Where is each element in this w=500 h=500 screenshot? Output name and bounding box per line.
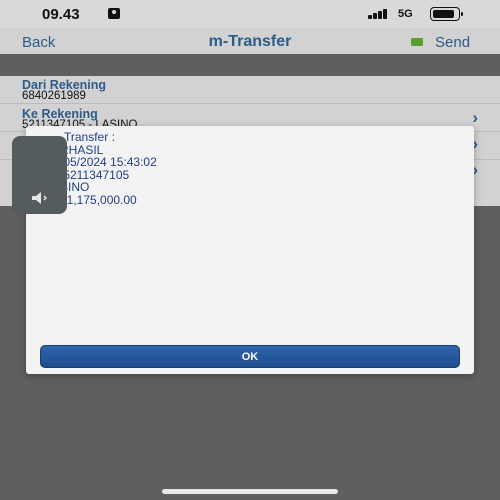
send-icon[interactable] [411, 38, 423, 46]
dialog-message: -Transfer : RHASIL /05/2024 15:43:02 521… [60, 131, 157, 207]
dialog-line: . 1,175,000.00 [60, 192, 137, 207]
status-time: 09.43 [42, 6, 80, 23]
network-type: 5G [398, 8, 413, 20]
cellular-signal-icon [368, 8, 390, 19]
source-account-value: 6840261989 [22, 90, 86, 102]
transfer-result-dialog: -Transfer : RHASIL /05/2024 15:43:02 521… [26, 126, 474, 374]
section-divider [0, 54, 500, 76]
chevron-right-icon[interactable]: › [472, 108, 478, 128]
source-account-row[interactable]: Dari Rekening 6840261989 [0, 76, 500, 104]
send-button[interactable]: Send [435, 34, 470, 51]
dialog-line: -Transfer : [60, 130, 115, 144]
speaker-icon [32, 192, 47, 204]
status-bar: 09.43 5G [0, 0, 500, 28]
person-badge-icon [108, 8, 120, 19]
home-indicator[interactable] [162, 489, 338, 494]
page-title: m-Transfer [208, 33, 292, 50]
battery-icon [430, 7, 463, 21]
dialog-line: /05/2024 15:43:02 [60, 155, 157, 170]
nav-bar: Back m-Transfer Send [0, 28, 500, 54]
ok-button[interactable]: OK [40, 345, 460, 368]
volume-hud [12, 136, 67, 214]
